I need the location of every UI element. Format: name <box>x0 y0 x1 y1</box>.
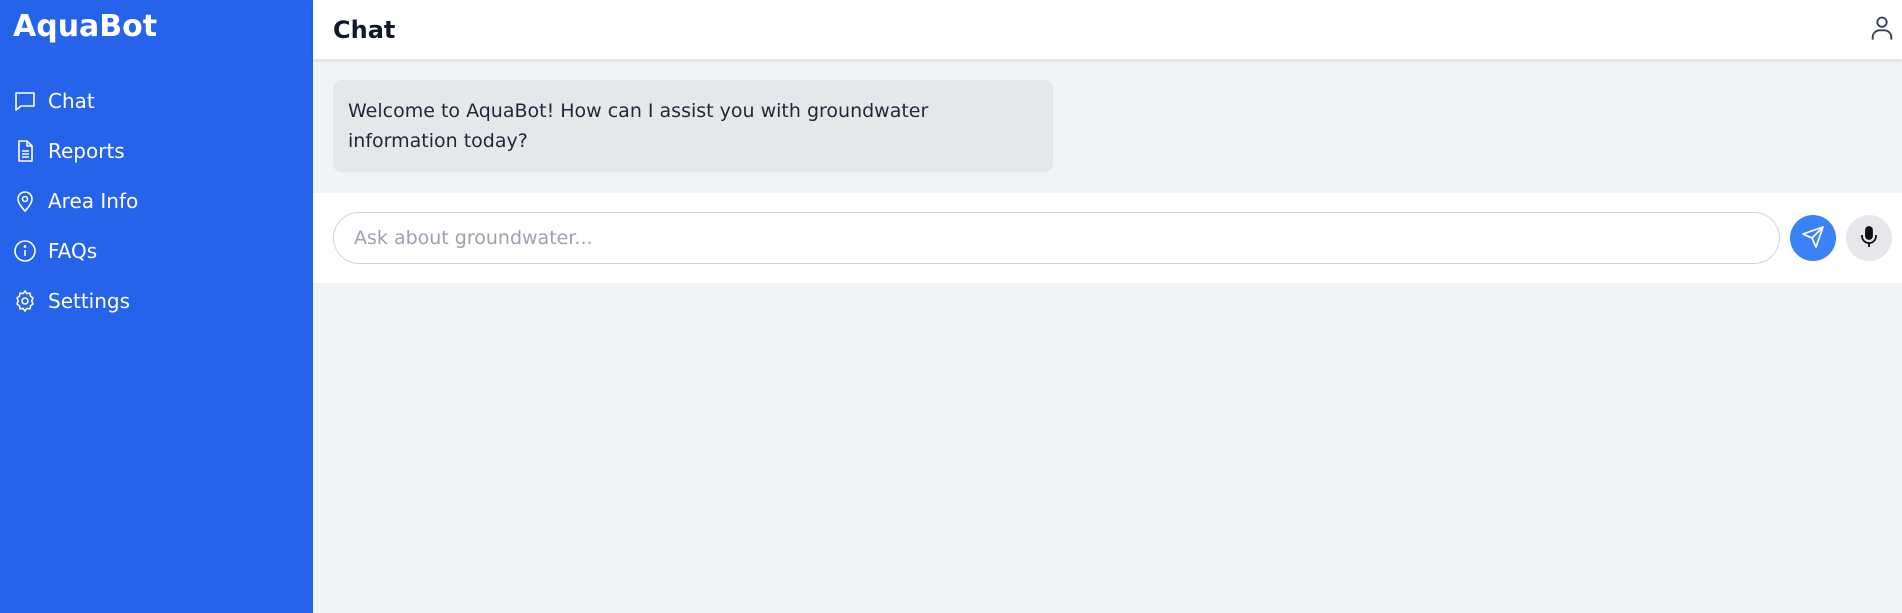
sidebar-item-faqs[interactable]: FAQs <box>0 226 313 276</box>
microphone-button[interactable] <box>1846 215 1892 261</box>
brand-logo: AquaBot <box>13 9 158 44</box>
main-panel: Chat Welcome to AquaBot! How can I assis… <box>313 0 1902 613</box>
sidebar-item-label: FAQs <box>48 239 98 263</box>
sidebar-nav: Chat Reports Area Info FAQs Settings <box>0 76 313 326</box>
document-icon <box>13 139 37 163</box>
message-list: Welcome to AquaBot! How can I assist you… <box>313 60 1902 193</box>
send-button[interactable] <box>1790 215 1836 261</box>
sidebar: AquaBot Chat Reports Area Info FAQs Sett… <box>0 0 313 613</box>
chat-input[interactable] <box>333 212 1780 264</box>
info-icon <box>13 239 37 263</box>
sidebar-item-label: Settings <box>48 289 131 313</box>
chat-empty-area <box>313 283 1902 613</box>
sidebar-item-area-info[interactable]: Area Info <box>0 176 313 226</box>
user-profile-button[interactable] <box>1862 10 1902 50</box>
sidebar-item-label: Chat <box>48 89 95 113</box>
microphone-icon <box>1857 225 1881 252</box>
sidebar-item-label: Reports <box>48 139 125 163</box>
app-root: AquaBot Chat Reports Area Info FAQs Sett… <box>0 0 1902 613</box>
user-icon <box>1868 14 1896 45</box>
sidebar-item-label: Area Info <box>48 189 139 213</box>
chat-bubble-icon <box>13 89 37 113</box>
map-pin-icon <box>13 189 37 213</box>
send-icon <box>1801 225 1825 252</box>
sidebar-item-settings[interactable]: Settings <box>0 276 313 326</box>
page-title: Chat <box>333 15 396 44</box>
sidebar-item-reports[interactable]: Reports <box>0 126 313 176</box>
sidebar-item-chat[interactable]: Chat <box>0 76 313 126</box>
top-bar: Chat <box>313 0 1902 60</box>
bot-message: Welcome to AquaBot! How can I assist you… <box>333 80 1053 172</box>
message-composer <box>313 193 1902 283</box>
gear-icon <box>13 289 37 313</box>
